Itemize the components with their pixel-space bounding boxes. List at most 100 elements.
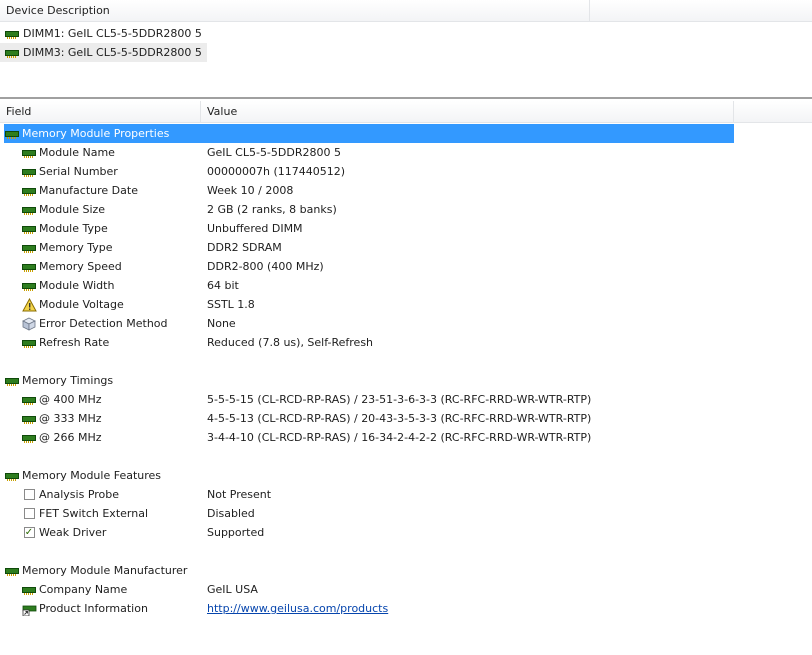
table-row[interactable]: Analysis Probe Not Present [0, 485, 734, 504]
table-row[interactable]: ✓ Weak Driver Supported [0, 523, 734, 542]
field-value: Disabled [207, 507, 255, 520]
ram-module-icon [21, 279, 37, 293]
ram-module-icon [5, 27, 21, 41]
ram-module-icon [21, 583, 37, 597]
device-item-dimm3[interactable]: DIMM3: GeIL CL5-5-5DDR2800 5 [0, 43, 207, 62]
column-empty [734, 101, 812, 122]
table-row[interactable]: Error Detection Method None [0, 314, 734, 333]
details-header: Field Value [0, 101, 812, 123]
field-label: Memory Type [39, 241, 113, 254]
field-label: Module Width [39, 279, 115, 292]
field-label: Manufacture Date [39, 184, 138, 197]
field-value: GeIL CL5-5-5DDR2800 5 [207, 146, 341, 159]
table-row[interactable]: Company Name GeIL USA [0, 580, 734, 599]
checkbox-icon[interactable] [21, 507, 37, 521]
field-label: @ 333 MHz [39, 412, 102, 425]
field-value: None [207, 317, 236, 330]
field-label: Module Name [39, 146, 115, 159]
field-label: FET Switch External [39, 507, 148, 520]
field-value: DDR2-800 (400 MHz) [207, 260, 324, 273]
field-value: 3-4-4-10 (CL-RCD-RP-RAS) / 16-34-2-4-2-2… [207, 431, 592, 444]
field-value: 5-5-5-15 (CL-RCD-RP-RAS) / 23-51-3-6-3-3… [207, 393, 592, 406]
checkbox-icon[interactable] [21, 488, 37, 502]
column-field[interactable]: Field [0, 101, 201, 122]
device-pane: Device Description DIMM1: GeIL CL5-5-5DD… [0, 0, 812, 97]
table-row[interactable]: @ 266 MHz 3-4-4-10 (CL-RCD-RP-RAS) / 16-3… [0, 428, 734, 447]
field-label: Serial Number [39, 165, 118, 178]
table-row[interactable]: Module Width 64 bit [0, 276, 734, 295]
table-row[interactable]: FET Switch External Disabled [0, 504, 734, 523]
field-label: Module Voltage [39, 298, 124, 311]
field-label: Analysis Probe [39, 488, 120, 501]
field-value: GeIL USA [207, 583, 258, 596]
cube-icon [21, 317, 37, 331]
column-device-description[interactable]: Device Description [0, 0, 590, 21]
field-value: 00000007h (117440512) [207, 165, 346, 178]
field-label: Company Name [39, 583, 128, 596]
field-value: 64 bit [207, 279, 239, 292]
field-value: SSTL 1.8 [207, 298, 255, 311]
ram-module-icon [21, 431, 37, 445]
table-row[interactable]: Module Name GeIL CL5-5-5DDR2800 5 [0, 143, 734, 162]
field-value: http://www.geilusa.com/products [207, 602, 388, 615]
warning-icon [21, 297, 37, 312]
group-memory-module-manufacturer[interactable]: Memory Module Manufacturer [4, 561, 734, 580]
field-value: Reduced (7.8 us), Self-Refresh [207, 336, 374, 349]
field-label: Module Type [39, 222, 108, 235]
device-label: DIMM1: GeIL CL5-5-5DDR2800 5 [23, 27, 202, 40]
table-row[interactable]: @ 333 MHz 4-5-5-13 (CL-RCD-RP-RAS) / 20-4… [0, 409, 734, 428]
ram-module-icon [21, 184, 37, 198]
table-row[interactable]: Module Voltage SSTL 1.8 [0, 295, 734, 314]
field-value: 4-5-5-13 (CL-RCD-RP-RAS) / 20-43-3-5-3-3… [207, 412, 592, 425]
group-title: Memory Module Features [22, 469, 162, 482]
field-value: Supported [207, 526, 265, 539]
table-row[interactable]: Manufacture Date Week 10 / 2008 [0, 181, 734, 200]
table-row[interactable]: Refresh Rate Reduced (7.8 us), Self-Refre… [0, 333, 734, 352]
ram-module-icon [4, 564, 20, 578]
column-label: Device Description [6, 4, 110, 17]
field-label: Refresh Rate [39, 336, 110, 349]
ram-module-icon [21, 412, 37, 426]
table-row[interactable]: Memory Speed DDR2-800 (400 MHz) [0, 257, 734, 276]
table-row[interactable]: @ 400 MHz 5-5-5-15 (CL-RCD-RP-RAS) / 23-5… [0, 390, 734, 409]
device-item-dimm1[interactable]: DIMM1: GeIL CL5-5-5DDR2800 5 [0, 24, 207, 43]
device-list-header: Device Description [0, 0, 812, 22]
ram-module-icon [4, 469, 20, 483]
ram-module-icon [5, 46, 21, 60]
device-label: DIMM3: GeIL CL5-5-5DDR2800 5 [23, 46, 202, 59]
details-pane: Field Value Memory Module Properties Mod… [0, 99, 812, 655]
field-label: Memory Speed [39, 260, 122, 273]
field-value: Not Present [207, 488, 272, 501]
ram-module-icon [21, 241, 37, 255]
ram-module-icon [21, 222, 37, 236]
table-row[interactable]: Module Type Unbuffered DIMM [0, 219, 734, 238]
column-value[interactable]: Value [201, 101, 734, 122]
group-title: Memory Module Properties [22, 127, 170, 140]
ram-module-icon [4, 374, 20, 388]
table-row[interactable]: Serial Number 00000007h (117440512) [0, 162, 734, 181]
group-memory-timings[interactable]: Memory Timings [4, 371, 734, 390]
ram-module-icon [21, 146, 37, 160]
field-label: @ 400 MHz [39, 393, 102, 406]
group-title: Memory Timings [22, 374, 114, 387]
ram-module-icon [21, 203, 37, 217]
column-label: Field [6, 105, 32, 118]
product-information-link[interactable]: http://www.geilusa.com/products [207, 602, 388, 615]
field-value: Unbuffered DIMM [207, 222, 303, 235]
ram-module-icon [21, 393, 37, 407]
field-value: Week 10 / 2008 [207, 184, 294, 197]
table-row[interactable]: Module Size 2 GB (2 ranks, 8 banks) [0, 200, 734, 219]
checkbox-checked-icon[interactable]: ✓ [21, 526, 37, 540]
ram-module-icon [4, 127, 20, 141]
ram-module-icon [21, 165, 37, 179]
field-label: Weak Driver [39, 526, 107, 539]
table-row[interactable]: Product Information http://www.geilusa.co… [0, 599, 734, 618]
field-label: Error Detection Method [39, 317, 168, 330]
group-memory-module-features[interactable]: Memory Module Features [4, 466, 734, 485]
ram-link-icon [21, 602, 37, 616]
group-memory-module-properties[interactable]: Memory Module Properties [4, 124, 734, 143]
table-row[interactable]: Memory Type DDR2 SDRAM [0, 238, 734, 257]
column-label: Value [207, 105, 238, 118]
field-label: @ 266 MHz [39, 431, 102, 444]
field-value: 2 GB (2 ranks, 8 banks) [207, 203, 337, 216]
